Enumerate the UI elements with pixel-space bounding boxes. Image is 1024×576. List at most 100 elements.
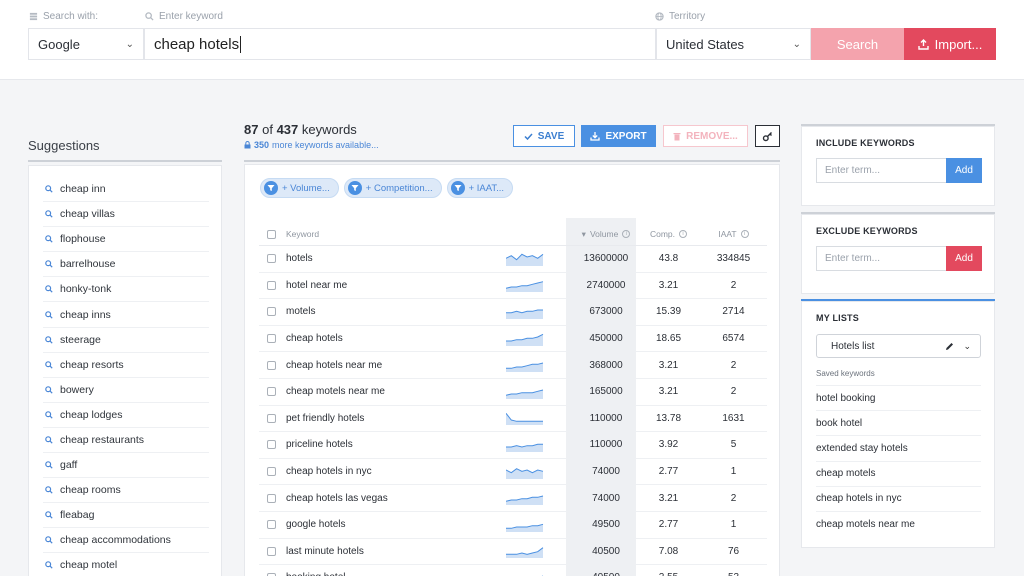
volume-cell: 49500 (592, 519, 620, 531)
row-checkbox[interactable] (267, 493, 276, 503)
volume-cell: 110000 (589, 439, 623, 451)
iaat-cell: 2 (730, 386, 737, 398)
suggestion-item[interactable]: barrelhouse (43, 252, 209, 278)
table-row[interactable]: priceline hotels 110000 3.92 5 (259, 432, 767, 459)
saved-keyword-item[interactable]: book hotel (816, 410, 981, 435)
saved-keyword-item[interactable]: hotel booking (816, 385, 981, 410)
suggestion-item[interactable]: cheap rooms (43, 478, 209, 504)
include-add-button[interactable]: Add (946, 158, 982, 183)
iaat-cell: 2 (730, 279, 737, 291)
remove-button[interactable]: REMOVE... (663, 125, 748, 147)
suggestion-item[interactable]: gaff (43, 453, 209, 479)
save-button[interactable]: SAVE (513, 125, 575, 147)
pencil-icon[interactable] (945, 342, 954, 351)
trend-sparkline (506, 252, 556, 266)
table-row[interactable]: cheap hotels near me 368000 3.21 2 (259, 352, 767, 379)
row-checkbox[interactable] (267, 280, 276, 290)
table-row[interactable]: pet friendly hotels 110000 13.78 1631 (259, 406, 767, 433)
suggestion-item[interactable]: cheap villas (43, 202, 209, 228)
settings-icon (762, 131, 772, 141)
table-row[interactable]: google hotels 49500 2.77 1 (259, 512, 767, 539)
volume-cell: 673000 (589, 306, 623, 318)
exclude-input[interactable]: Enter term... (816, 246, 946, 271)
column-keyword[interactable]: Keyword (276, 229, 506, 239)
suggestion-label: steerage (60, 333, 101, 346)
filter-chip[interactable]: + IAAT... (446, 178, 514, 198)
keyword-cell: cheap motels near me (286, 386, 385, 398)
column-iaat[interactable]: IAAT i (701, 229, 766, 239)
suggestion-item[interactable]: honky-tonk (43, 277, 209, 303)
import-label: Import... (934, 36, 983, 52)
table-row[interactable]: motels 673000 15.39 2714 (259, 299, 767, 326)
include-input[interactable]: Enter term... (816, 158, 946, 183)
comp-cell: 2.77 (658, 466, 679, 478)
keyword-count: 87 of 437 keywords (244, 122, 357, 137)
table-row[interactable]: hotels 13600000 43.8 334845 (259, 246, 767, 273)
keyword-cell: google hotels (286, 519, 346, 531)
table-row[interactable]: cheap hotels 450000 18.65 6574 (259, 326, 767, 353)
suggestion-item[interactable]: cheap accommodations (43, 528, 209, 554)
comp-cell: 3.21 (658, 279, 679, 291)
search-icon (45, 260, 53, 268)
suggestion-item[interactable]: cheap motel (43, 553, 209, 576)
volume-cell: 74000 (592, 466, 620, 478)
suggestion-label: cheap inns (60, 308, 111, 321)
row-checkbox[interactable] (267, 440, 276, 450)
suggestion-item[interactable]: cheap inn (43, 177, 209, 203)
chevron-down-icon[interactable]: ⌄ (963, 341, 971, 352)
saved-keywords-label: Saved keywords (816, 369, 875, 378)
table-row[interactable]: cheap motels near me 165000 3.21 2 (259, 379, 767, 406)
territory-select[interactable]: United States ⌄ (656, 28, 811, 60)
column-volume[interactable]: ▾ Volume i (556, 229, 636, 240)
filter-chip[interactable]: + Competition... (343, 178, 442, 198)
row-checkbox[interactable] (267, 254, 276, 264)
select-all-checkbox[interactable] (267, 229, 276, 239)
info-icon: i (679, 230, 688, 238)
search-button[interactable]: Search (811, 28, 904, 60)
row-checkbox[interactable] (267, 360, 276, 370)
settings-button[interactable] (755, 125, 780, 147)
row-checkbox[interactable] (267, 334, 276, 344)
trend-sparkline (506, 465, 556, 479)
volume-cell: 165000 (589, 386, 623, 398)
suggestion-item[interactable]: cheap inns (43, 302, 209, 328)
suggestion-item[interactable]: cheap restaurants (43, 428, 209, 454)
volume-cell: 368000 (589, 359, 623, 371)
row-checkbox[interactable] (267, 467, 276, 477)
saved-keyword-item[interactable]: extended stay hotels (816, 435, 981, 460)
keyword-input[interactable]: cheap hotels (144, 28, 656, 60)
suggestion-item[interactable]: cheap resorts (43, 353, 209, 378)
more-keywords-link[interactable]: 350 more keywords available... (244, 140, 379, 150)
saved-keyword-item[interactable]: cheap motels (816, 460, 981, 486)
suggestion-item[interactable]: flophouse (43, 227, 209, 253)
search-icon (45, 486, 53, 494)
import-button[interactable]: Import... (904, 28, 996, 60)
comp-cell: 15.39 (655, 306, 682, 318)
table-row[interactable]: cheap hotels in nyc 74000 2.77 1 (259, 459, 767, 486)
suggestion-item[interactable]: fleabag (43, 503, 209, 529)
keyword-cell: last minute hotels (286, 545, 364, 557)
row-checkbox[interactable] (267, 307, 276, 317)
saved-keyword-item[interactable]: cheap motels near me (816, 510, 981, 536)
table-row[interactable]: last minute hotels 40500 7.08 76 (259, 539, 767, 566)
engine-select[interactable]: Google ⌄ (28, 28, 144, 60)
row-checkbox[interactable] (267, 546, 276, 556)
suggestion-item[interactable]: cheap lodges (43, 403, 209, 428)
table-row[interactable]: booking hotel 405002.5553 (259, 565, 767, 576)
trend-sparkline (506, 278, 556, 293)
row-checkbox[interactable] (267, 520, 276, 530)
comp-cell: 2.77 (658, 519, 679, 531)
filter-chip[interactable]: + Volume... (260, 178, 339, 198)
row-checkbox[interactable] (267, 413, 276, 423)
suggestion-item[interactable]: bowery (43, 378, 209, 403)
engine-value: Google (38, 36, 80, 52)
saved-keyword-item[interactable]: cheap hotels in nyc (816, 485, 981, 511)
export-button[interactable]: EXPORT (581, 125, 656, 147)
list-select[interactable]: Hotels list ⌄ (816, 334, 981, 358)
exclude-add-button[interactable]: Add (946, 246, 982, 271)
table-row[interactable]: cheap hotels las vegas 74000 3.21 2 (259, 485, 767, 512)
column-comp[interactable]: Comp. i (636, 229, 701, 239)
row-checkbox[interactable] (267, 387, 276, 397)
table-row[interactable]: hotel near me 2740000 3.21 2 (259, 273, 767, 300)
suggestion-item[interactable]: steerage (43, 328, 209, 353)
